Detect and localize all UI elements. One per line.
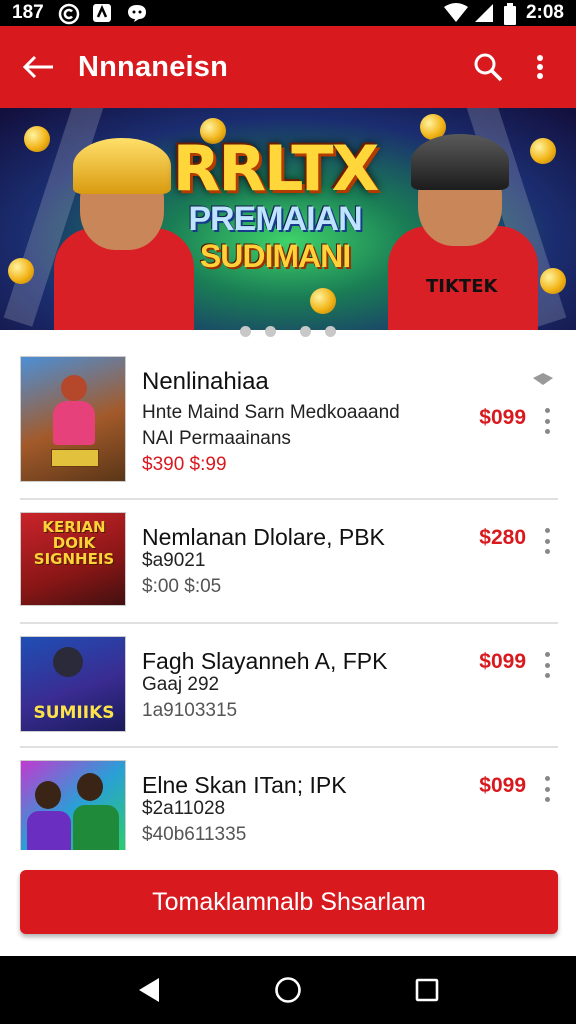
- carousel-dot[interactable]: [265, 326, 276, 337]
- app-bar: Nnnaneisn: [0, 26, 576, 108]
- promo-banner[interactable]: TIKTEK RRLTX PREMAIAN SUDIMANI: [0, 108, 576, 330]
- banner-title-line1: RRLTX: [172, 132, 380, 205]
- item-name: Elne Skan ITan; IPK: [142, 772, 347, 798]
- item-price-range: $390 $:99: [142, 454, 227, 475]
- list-item[interactable]: KERIAN DOIK SIGNHEIS Nemlanan Dlolare, P…: [20, 500, 558, 624]
- item-description-2: NAI Permaainans: [142, 428, 291, 449]
- item-description: $2a11028: [142, 798, 226, 819]
- thumbnail-text: KERIAN DOIK SIGNHEIS: [33, 518, 115, 568]
- item-thumbnail[interactable]: SUMIIKS: [20, 636, 126, 732]
- thumbnail-text: SUMIIKS: [33, 703, 115, 723]
- coin-icon: [8, 258, 34, 284]
- shirt-text: TIKTEK: [426, 276, 498, 297]
- banner-title: RRLTX PREMAIAN SUDIMANI: [158, 132, 392, 275]
- search-icon[interactable]: [462, 26, 514, 108]
- item-description: $a9021: [142, 550, 206, 571]
- triangle-back-icon[interactable]: [125, 966, 173, 1014]
- status-time: 2:08: [525, 2, 564, 23]
- more-vert-icon[interactable]: [540, 528, 554, 554]
- right-character-illustration: TIKTEK: [370, 108, 550, 330]
- more-vert-icon[interactable]: [540, 776, 554, 802]
- primary-action-button[interactable]: Tomaklamnalb Shsarlam: [20, 870, 558, 934]
- item-description-2: 1a9103315: [142, 700, 238, 721]
- copyright-icon: [58, 3, 79, 25]
- list-item[interactable]: Elne Skan ITan; IPK $2a11028 $40b611335 …: [20, 748, 558, 850]
- carousel-dot[interactable]: [300, 326, 311, 337]
- bottom-action-area: Tomaklamnalb Shsarlam: [0, 850, 576, 956]
- carousel-dot[interactable]: [325, 326, 336, 337]
- item-price: $280: [479, 526, 526, 549]
- favorite-icon[interactable]: [532, 372, 554, 391]
- item-thumbnail[interactable]: [20, 356, 126, 482]
- item-price: $099: [479, 650, 526, 673]
- chat-icon: [126, 3, 146, 23]
- item-name: Fagh Slayanneh A, FPK: [142, 648, 388, 674]
- battery-icon: [503, 3, 516, 25]
- square-recents-icon[interactable]: [403, 966, 451, 1014]
- banner-title-line2: PREMAIAN: [188, 200, 362, 238]
- item-name: Nenlinahiaa: [142, 368, 269, 395]
- carousel-dot[interactable]: [240, 326, 251, 337]
- item-description: Hnte Maind Sarn Medkoaaand: [142, 402, 400, 423]
- signal-icon: [474, 3, 494, 23]
- coin-icon: [310, 288, 336, 314]
- banner-title-line3: SUDIMANI: [199, 238, 351, 274]
- page-title: Nnnaneisn: [78, 50, 229, 83]
- carousel-indicator[interactable]: [0, 326, 576, 342]
- system-nav-bar: [0, 956, 576, 1024]
- item-thumbnail[interactable]: [20, 760, 126, 850]
- status-bar: 187 2:08: [0, 0, 576, 26]
- item-description-2: $40b611335: [142, 824, 247, 845]
- item-price: $099: [479, 774, 526, 797]
- item-name: Nemlanan Dlolare, PBK: [142, 524, 385, 550]
- product-list: Nenlinahiaa Hnte Maind Sarn Medkoaaand N…: [0, 342, 576, 850]
- item-thumbnail[interactable]: KERIAN DOIK SIGNHEIS: [20, 512, 126, 606]
- list-item[interactable]: SUMIIKS Fagh Slayanneh A, FPK Gaaj 292 1…: [20, 624, 558, 748]
- status-left-text: 187: [12, 2, 44, 23]
- more-vert-icon[interactable]: [540, 408, 554, 434]
- more-vert-icon[interactable]: [540, 652, 554, 678]
- item-description: Gaaj 292: [142, 674, 220, 695]
- item-description-2: $:00 $:05: [142, 576, 222, 597]
- more-vert-icon[interactable]: [514, 26, 566, 108]
- arrow-back-icon[interactable]: [0, 26, 78, 108]
- wifi-icon: [443, 3, 468, 23]
- circle-home-icon[interactable]: [264, 966, 312, 1014]
- app-notification-icon: [92, 3, 112, 23]
- item-price: $099: [479, 406, 526, 429]
- list-item[interactable]: Nenlinahiaa Hnte Maind Sarn Medkoaaand N…: [20, 342, 558, 500]
